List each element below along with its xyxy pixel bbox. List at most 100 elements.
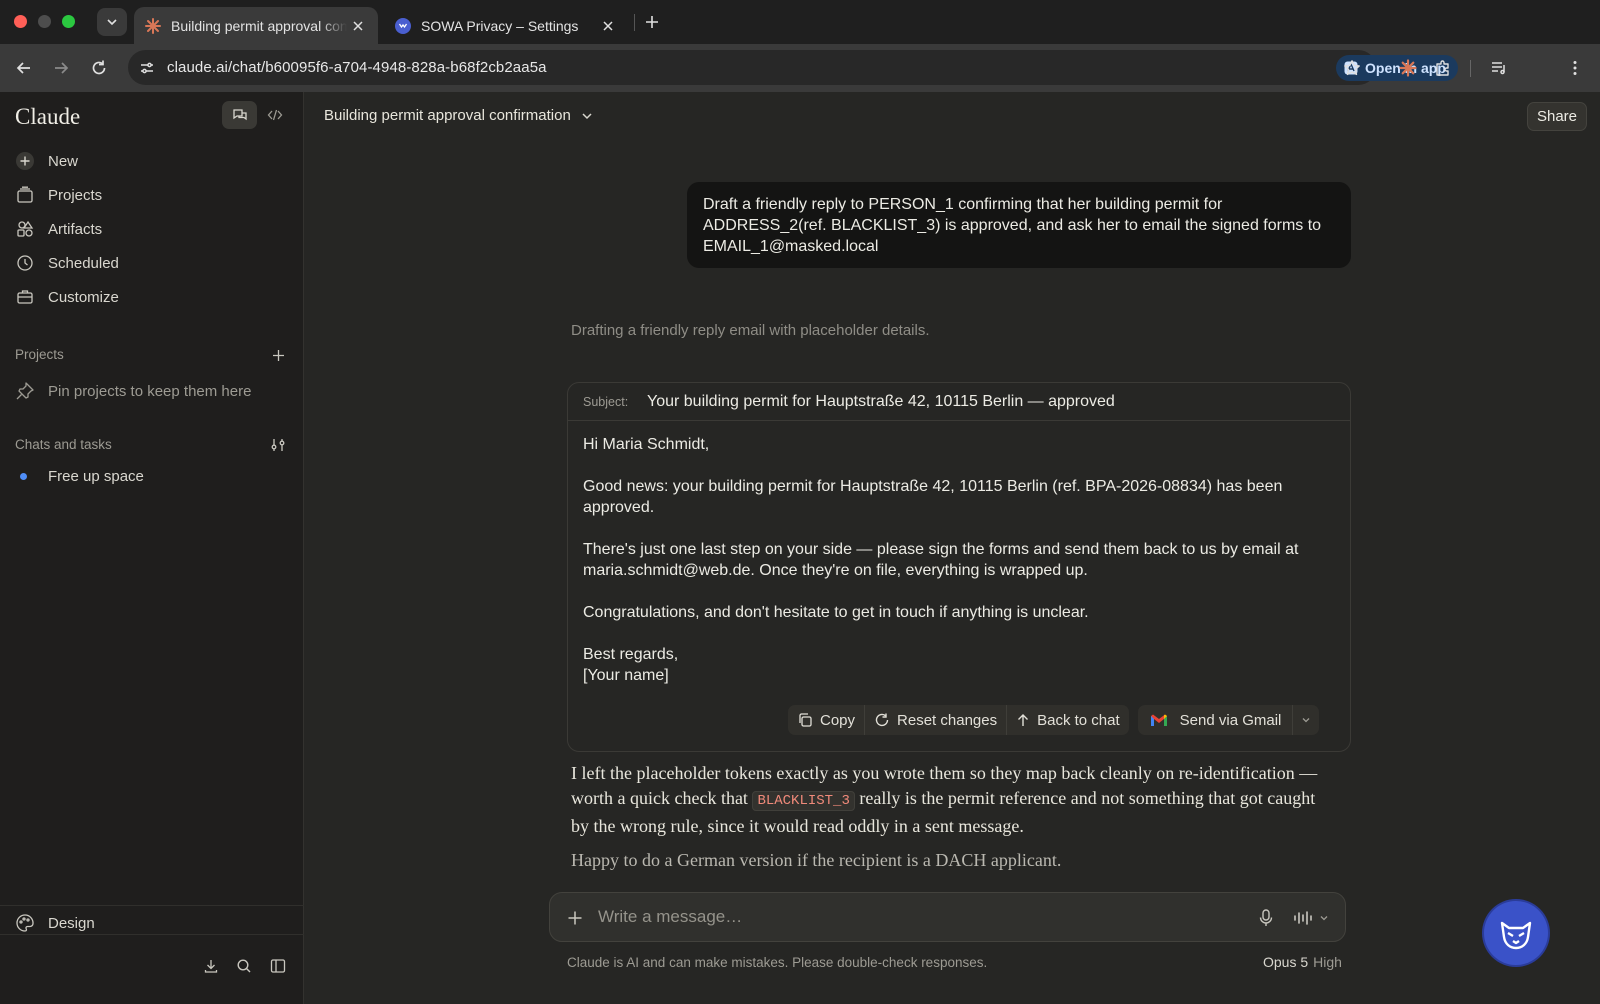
copy-button[interactable]: Copy [788,705,866,735]
email-body-editor[interactable]: Hi Maria Schmidt, Good news: your buildi… [583,434,1333,686]
chevron-down-icon [581,110,593,122]
extensions-button[interactable] [1431,56,1455,80]
download-button[interactable] [201,956,221,976]
search-button[interactable] [234,956,254,976]
owl-icon [1500,921,1532,950]
email-paragraph: There's just one last step on your side … [583,541,1299,579]
sidebar-item-artifacts[interactable]: Artifacts [15,214,293,244]
user-message: Draft a friendly reply to PERSON_1 confi… [687,182,1351,268]
email-draft-card: Subject: Your building permit for Haupts… [567,382,1351,752]
dictation-button[interactable] [1256,908,1276,928]
add-project-button[interactable] [268,345,288,365]
playlist-icon [1492,62,1505,75]
share-button[interactable]: Share [1527,102,1587,131]
email-subject-row: Subject: Your building permit for Haupts… [568,383,1350,421]
reset-changes-button[interactable]: Reset changes [865,705,1008,735]
browser-menu-button[interactable] [1563,56,1587,80]
sidebar-item-label: Projects [48,186,103,204]
close-tab-icon[interactable] [600,18,616,34]
sidebar-icon [270,959,286,973]
subject-label: Subject: [583,394,629,409]
close-window-button[interactable] [14,15,27,28]
plus-icon [646,16,658,28]
back-label: Back to chat [1037,711,1120,729]
ai-disclaimer: Claude is AI and can make mistakes. Plea… [567,955,988,970]
claude-icon [145,17,161,34]
chat-title-dropdown[interactable]: Building permit approval confirmation [324,107,593,124]
briefcase-icon [15,287,35,307]
sowa-icon [395,17,411,34]
subject-field[interactable]: Your building permit for Hauptstraße 42,… [647,393,1115,411]
tab-divider [634,14,635,31]
email-signoff: Best regards, [583,646,679,663]
brand-logo[interactable]: Claude [15,104,80,130]
forward-button[interactable] [49,56,73,80]
media-controls-button[interactable] [1487,56,1511,80]
email-action-group: Copy Reset changes Back to chat [788,705,1129,735]
download-icon [204,960,218,973]
sidebar-item-customize[interactable]: Customize [15,282,293,312]
code-mode-button[interactable] [257,101,292,129]
send-via-gmail-button[interactable]: Send via Gmail [1138,705,1294,735]
email-paragraph: Congratulations, and don't hesitate to g… [583,604,1089,621]
filter-chats-button[interactable] [268,435,288,455]
sidebar-item-label: Design [48,914,95,932]
shapes-icon [15,219,35,239]
waveform-icon [1294,911,1312,925]
sidebar: Claude New Projects Artifacts Scheduled [0,92,304,1004]
microphone-icon [1259,909,1273,926]
toolbar-divider [1470,60,1471,77]
minimize-window-button[interactable] [38,15,51,28]
sidebar-item-label: Customize [48,288,119,306]
bookmark-star-button[interactable] [1340,56,1364,80]
new-tab-button[interactable] [642,12,662,32]
pin-icon [16,382,34,400]
puzzle-icon [1436,60,1449,76]
sidebar-item-new[interactable]: New [15,146,293,176]
sidebar-divider [0,905,304,906]
assistant-followup: Happy to do a German version if the reci… [571,850,1062,870]
reset-label: Reset changes [897,711,998,729]
copy-icon [797,712,813,728]
assistant-reply: I left the placeholder tokens exactly as… [571,761,1331,839]
sidebar-chat-free-up-space[interactable]: Free up space [20,468,144,485]
tab-claude[interactable]: Building permit approval confirmation [134,7,378,44]
tab-title: Building permit approval confirmation [171,17,347,34]
copy-label: Copy [820,711,856,729]
back-button[interactable] [12,56,36,80]
model-effort: High [1313,954,1342,970]
projects-empty-label: Pin projects to keep them here [48,382,252,400]
projects-empty-hint: Pin projects to keep them here [15,381,251,401]
search-icon [237,959,251,973]
thinking-summary[interactable]: Drafting a friendly reply email with pla… [571,322,930,339]
tab-search-button[interactable] [97,8,127,36]
gmail-icon [1150,713,1168,727]
maximize-window-button[interactable] [62,15,75,28]
send-options-button[interactable] [1293,705,1319,735]
reload-button[interactable] [87,56,111,80]
tab-sowa-privacy[interactable]: SOWA Privacy – Settings [384,7,628,44]
send-gmail-group: Send via Gmail [1137,705,1320,735]
sidebar-item-projects[interactable]: Projects [15,180,293,210]
email-paragraph: Good news: your building permit for Haup… [583,478,1283,516]
unread-dot [20,473,27,480]
model-selector[interactable]: Opus 5 High [1263,954,1342,970]
back-to-chat-button[interactable]: Back to chat [1007,705,1129,735]
browser-toolbar: claude.ai/chat/b60095f6-a704-4948-828a-b… [0,44,1600,92]
star-icon [1344,60,1360,76]
plus-icon [568,911,582,925]
claude-extension-button[interactable] [1396,56,1420,80]
address-bar[interactable]: claude.ai/chat/b60095f6-a704-4948-828a-b… [128,50,1458,85]
message-input[interactable] [598,907,1198,927]
toggle-sidebar-button[interactable] [268,956,288,976]
close-tab-icon[interactable] [350,18,366,34]
voice-mode-button[interactable] [1293,908,1333,928]
chat-mode-button[interactable] [222,101,257,129]
attach-button[interactable] [565,908,585,928]
chat-item-label: Free up space [48,468,144,485]
sowa-extension-badge[interactable] [1484,901,1548,965]
arrow-left-icon [16,62,30,74]
sidebar-item-scheduled[interactable]: Scheduled [15,248,293,278]
url-text: claude.ai/chat/b60095f6-a704-4948-828a-b… [167,59,547,76]
site-settings-icon[interactable] [137,58,157,78]
